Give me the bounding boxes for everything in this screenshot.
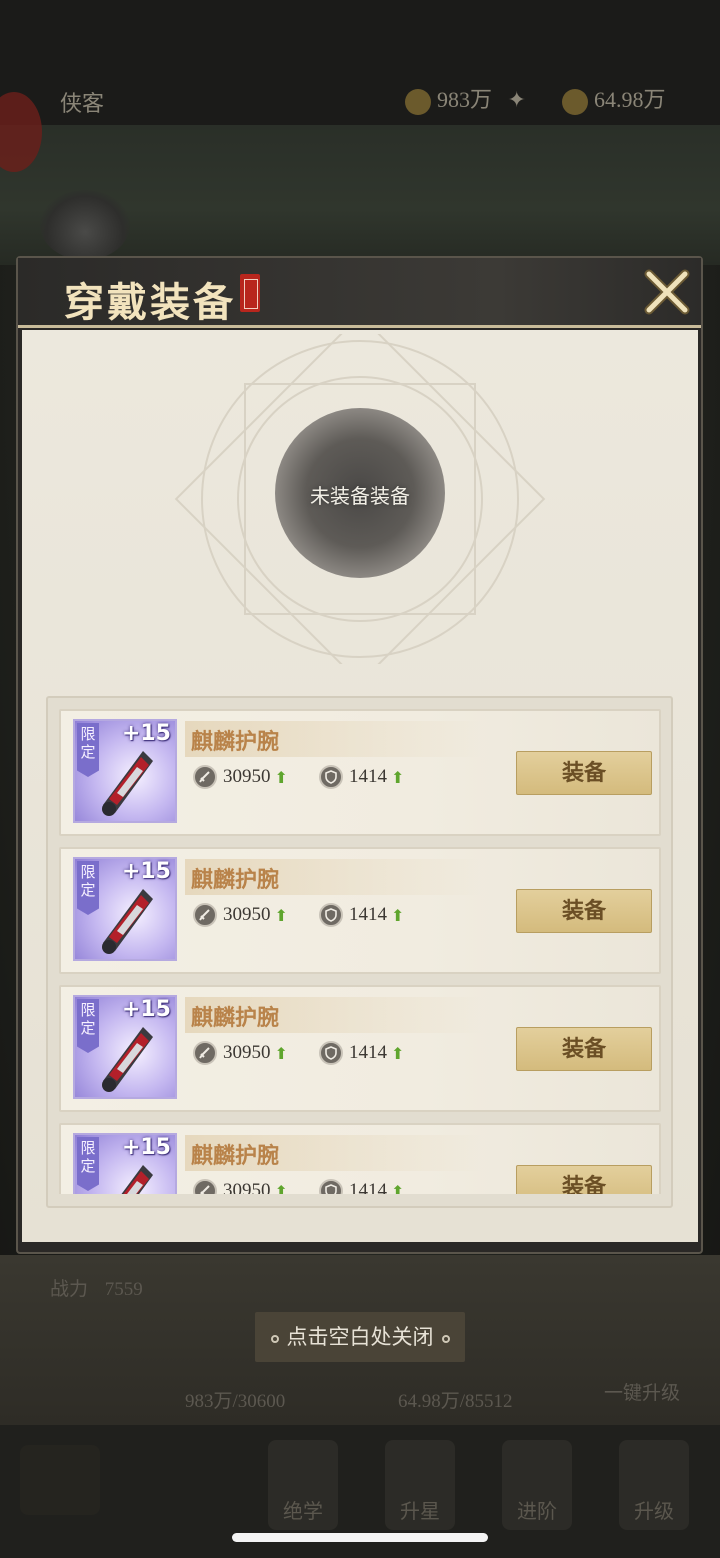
hint-dot-left-icon <box>270 1334 279 1343</box>
bell-icon <box>562 88 588 115</box>
cost-text: 983万/30600 <box>185 1391 286 1412</box>
item-list[interactable]: 限定 +15 麒麟护腕 30950 ⬆ 1414 ⬆ 装备 限定 +15 麒麟护… <box>56 706 665 1194</box>
defense-stat: 1414 ⬆ <box>319 901 404 929</box>
item-level: +15 <box>121 997 171 1022</box>
home-indicator[interactable] <box>232 1533 488 1542</box>
equip-button[interactable]: 装备 <box>516 889 652 933</box>
sword-icon <box>193 1041 217 1065</box>
attack-stat: 30950 ⬆ <box>193 763 288 791</box>
attack-stat: 30950 ⬆ <box>193 901 288 929</box>
limited-tag: 限定 <box>77 723 99 777</box>
currency-2: 64.98万 <box>562 82 666 115</box>
item-icon[interactable]: 限定 +15 <box>73 1133 177 1194</box>
bracer-icon <box>121 1165 153 1194</box>
item-name: 麒麟护腕 <box>191 729 280 755</box>
attack-value: 30950 <box>223 766 271 787</box>
list-item: 限定 +15 麒麟护腕 30950 ⬆ 1414 ⬆ 装备 <box>59 709 661 836</box>
power-row: 战力 7559 <box>50 1274 143 1301</box>
shield-icon <box>319 903 343 927</box>
list-item: 限定 +15 麒麟护腕 30950 ⬆ 1414 ⬆ 装备 <box>59 985 661 1112</box>
equip-button[interactable]: 装备 <box>516 1165 652 1194</box>
up-arrow-icon: ⬆ <box>274 905 288 925</box>
item-name: 麒麟护腕 <box>191 867 280 893</box>
nav-label-skill: 绝学 <box>283 1499 323 1523</box>
bracer-icon <box>102 751 153 816</box>
one-click-upgrade[interactable]: 一键升级 <box>604 1378 680 1405</box>
shield-icon <box>319 1179 343 1194</box>
item-level: +15 <box>121 1135 171 1160</box>
cost-text-2: 64.98万/85512 <box>398 1391 513 1412</box>
power-label: 战力 <box>50 1279 89 1300</box>
limited-tag: 限定 <box>77 861 99 915</box>
power-value: 7559 <box>104 1279 143 1300</box>
currency-1: 983万 ✦ <box>405 82 526 115</box>
sword-icon <box>193 1179 217 1194</box>
defense-value: 1414 <box>349 766 387 787</box>
list-item: 限定 +15 麒麟护腕 30950 ⬆ 1414 ⬆ 装备 <box>59 1123 661 1194</box>
currency-1-value: 983万 <box>437 87 493 112</box>
sword-icon <box>193 765 217 789</box>
item-name: 麒麟护腕 <box>191 1143 280 1169</box>
equip-button[interactable]: 装备 <box>516 1027 652 1071</box>
attack-value: 30950 <box>223 904 271 925</box>
shield-icon <box>319 1041 343 1065</box>
up-arrow-icon: ⬆ <box>274 1043 288 1063</box>
defense-value: 1414 <box>349 1042 387 1063</box>
player-name: 侠客 <box>60 91 105 116</box>
currency-2-value: 64.98万 <box>594 87 666 112</box>
tap-to-close-hint[interactable]: 点击空白处关闭 <box>255 1312 465 1362</box>
attack-value: 30950 <box>223 1042 271 1063</box>
item-icon[interactable]: 限定 +15 <box>73 857 177 961</box>
empty-slot-label: 未装备装备 <box>310 484 410 508</box>
close-hint-text: 点击空白处关闭 <box>286 1325 434 1349</box>
up-arrow-icon: ⬆ <box>274 1181 288 1195</box>
nav-label-level: 升级 <box>634 1499 674 1523</box>
coin-icon <box>405 88 431 115</box>
up-arrow-icon: ⬆ <box>391 1043 405 1063</box>
item-name: 麒麟护腕 <box>191 1005 280 1031</box>
list-item: 限定 +15 麒麟护腕 30950 ⬆ 1414 ⬆ 装备 <box>59 847 661 974</box>
defense-stat: 1414 ⬆ <box>319 1039 404 1067</box>
attack-value: 30950 <box>223 1180 271 1194</box>
hint-dot-right-icon <box>441 1334 450 1343</box>
equip-button[interactable]: 装备 <box>516 751 652 795</box>
bracer-icon <box>102 889 153 954</box>
up-arrow-icon: ⬆ <box>391 767 405 787</box>
plus-icon: ✦ <box>507 87 526 112</box>
limited-tag: 限定 <box>77 999 99 1053</box>
defense-value: 1414 <box>349 904 387 925</box>
up-arrow-icon: ⬆ <box>274 767 288 787</box>
defense-stat: 1414 ⬆ <box>319 1177 404 1194</box>
item-icon[interactable]: 限定 +15 <box>73 719 177 823</box>
up-arrow-icon: ⬆ <box>391 905 405 925</box>
title-seal-icon <box>240 274 260 312</box>
defense-value: 1414 <box>349 1180 387 1194</box>
crow-decoration <box>40 190 130 260</box>
attack-stat: 30950 ⬆ <box>193 1039 288 1067</box>
item-icon[interactable]: 限定 +15 <box>73 995 177 1099</box>
limited-tag: 限定 <box>77 1137 99 1191</box>
close-button[interactable] <box>641 266 693 318</box>
back-button[interactable] <box>20 1445 100 1515</box>
shield-icon <box>319 765 343 789</box>
sword-icon <box>193 903 217 927</box>
close-x-icon <box>644 269 690 315</box>
bracer-icon <box>102 1027 153 1092</box>
defense-stat: 1414 ⬆ <box>319 763 404 791</box>
panel-title: 穿戴装备 <box>64 279 236 326</box>
nav-label-star: 升星 <box>400 1499 440 1523</box>
nav-label-advance: 进阶 <box>517 1499 557 1523</box>
item-level: +15 <box>121 859 171 884</box>
attack-stat: 30950 ⬆ <box>193 1177 288 1194</box>
up-arrow-icon: ⬆ <box>391 1181 405 1195</box>
item-level: +15 <box>121 721 171 746</box>
